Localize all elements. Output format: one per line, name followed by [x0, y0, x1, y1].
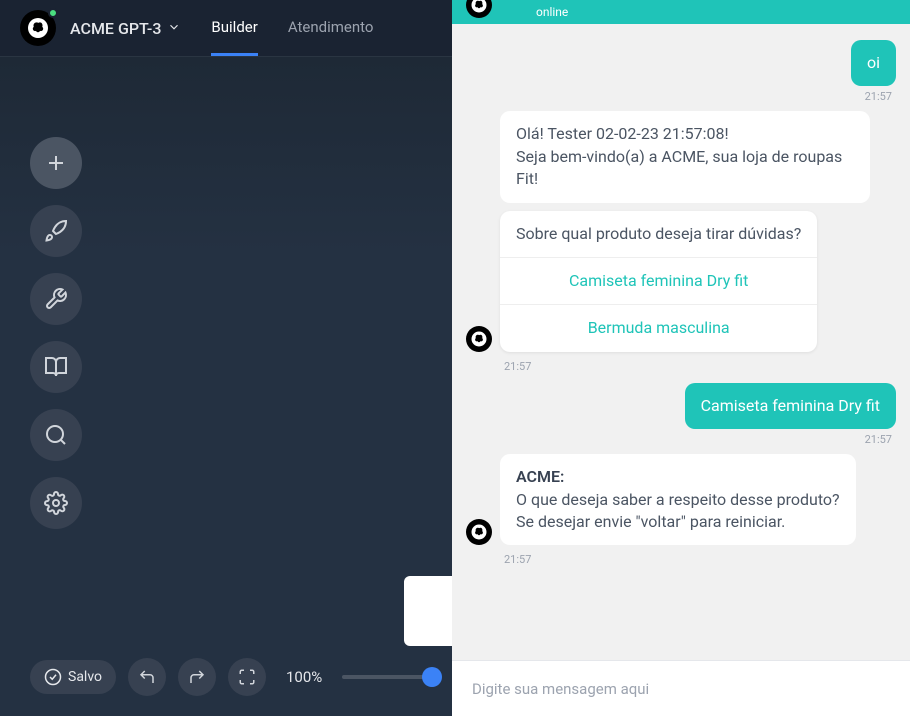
message-row-bot: ACME: O que deseja saber a respeito dess… [466, 454, 896, 545]
save-status: Salvo [30, 660, 116, 694]
chat-avatar [466, 0, 492, 18]
option-button[interactable]: Bermuda masculina [500, 304, 817, 351]
user-message: oi [851, 40, 896, 86]
docs-button[interactable] [30, 341, 82, 393]
message-row-user: Camiseta feminina Dry fit 21:57 [466, 383, 896, 446]
message-row-user: oi 21:57 [466, 40, 896, 103]
zoom-thumb[interactable] [422, 667, 442, 687]
user-message: Camiseta feminina Dry fit [685, 383, 896, 429]
bot-prompt: Sobre qual produto deseja tirar dúvidas? [500, 211, 817, 257]
search-icon [44, 423, 68, 447]
book-icon [44, 355, 68, 379]
message-row-bot: Sobre qual produto deseja tirar dúvidas?… [466, 211, 896, 352]
builder-header: ACME GPT-3 Builder Atendimento [0, 0, 452, 57]
canvas-node[interactable] [404, 576, 452, 646]
fit-button[interactable] [228, 658, 266, 696]
tab-builder[interactable]: Builder [211, 0, 257, 56]
save-label: Salvo [68, 669, 102, 685]
bot-message: Olá! Tester 02-02-23 21:57:08! Seja bem-… [500, 111, 870, 202]
plus-icon [44, 151, 68, 175]
tab-atendimento[interactable]: Atendimento [288, 0, 374, 56]
undo-button[interactable] [128, 658, 166, 696]
add-button[interactable] [30, 137, 82, 189]
chevron-down-icon [167, 19, 181, 38]
openai-logo-icon [470, 330, 488, 348]
builder-panel: ACME GPT-3 Builder Atendimento [0, 0, 452, 716]
builder-footer: Salvo 100% [30, 658, 432, 696]
redo-icon [188, 668, 206, 686]
bot-avatar [466, 519, 492, 545]
tab-navigation: Builder Atendimento [211, 0, 373, 56]
rocket-button[interactable] [30, 205, 82, 257]
bot-text-line: Se desejar envie "voltar" para reiniciar… [516, 512, 785, 531]
chat-status-label: online [536, 5, 568, 19]
bot-message: ACME: O que deseja saber a respeito dess… [500, 454, 856, 545]
option-button[interactable]: Camiseta feminina Dry fit [500, 257, 817, 304]
toolbar [30, 137, 82, 529]
chat-input[interactable] [472, 680, 890, 698]
bot-text-line: Olá! Tester 02-02-23 21:57:08! [516, 124, 729, 143]
gear-variable-icon [44, 491, 68, 515]
bot-options-group: Sobre qual produto deseja tirar dúvidas?… [500, 211, 817, 352]
redo-button[interactable] [178, 658, 216, 696]
chat-header: online [452, 0, 910, 24]
timestamp: 21:57 [861, 90, 896, 103]
timestamp: 21:57 [500, 360, 896, 373]
openai-logo-icon [470, 523, 488, 541]
bot-text-line: O que deseja saber a respeito desse prod… [516, 490, 840, 509]
status-indicator [48, 8, 58, 18]
zoom-slider[interactable] [342, 675, 432, 679]
settings-button[interactable] [30, 273, 82, 325]
undo-icon [138, 668, 156, 686]
chat-messages[interactable]: oi 21:57 Olá! Tester 02-02-23 21:57:08! … [452, 24, 910, 660]
wrench-icon [44, 287, 68, 311]
maximize-icon [238, 668, 256, 686]
bot-avatar [466, 326, 492, 352]
bot-sender-name: ACME: [516, 467, 564, 486]
timestamp: 21:57 [500, 553, 896, 566]
rocket-icon [44, 219, 68, 243]
project-logo [20, 10, 56, 46]
chat-panel: online oi 21:57 Olá! Tester 02-02-23 21:… [452, 0, 910, 716]
variables-button[interactable] [30, 477, 82, 529]
check-circle-icon [44, 668, 62, 686]
timestamp: 21:57 [861, 433, 896, 446]
project-selector[interactable]: ACME GPT-3 [70, 19, 181, 38]
chat-input-area [452, 660, 910, 716]
search-button[interactable] [30, 409, 82, 461]
message-row-bot: Olá! Tester 02-02-23 21:57:08! Seja bem-… [466, 111, 896, 202]
project-name-label: ACME GPT-3 [70, 19, 161, 38]
bot-text-line: Seja bem-vindo(a) a ACME, sua loja de ro… [516, 147, 842, 188]
builder-canvas[interactable]: Salvo 100% [0, 57, 452, 716]
zoom-label: 100% [286, 668, 322, 686]
openai-logo-icon [470, 0, 488, 14]
